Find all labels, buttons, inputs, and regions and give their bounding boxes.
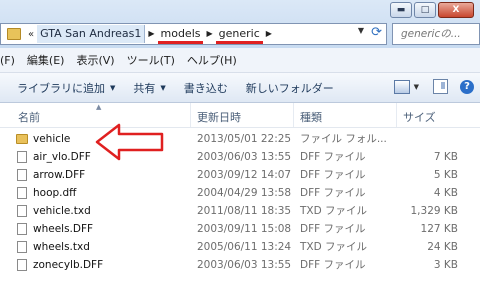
- column-headers: ▲ 名前 更新日時 種類 サイズ: [0, 103, 480, 128]
- file-name: air_vlo.DFF: [33, 151, 91, 163]
- share-label: 共有: [133, 81, 156, 95]
- maximize-button[interactable]: □: [414, 2, 436, 18]
- column-size[interactable]: サイズ: [403, 109, 436, 125]
- menu-view[interactable]: 表示(V): [76, 52, 114, 68]
- file-date: 2003/09/11 15:08: [197, 223, 292, 235]
- menu-file[interactable]: (F): [0, 54, 15, 67]
- file-icon: [17, 259, 27, 271]
- window-controls: ▬ □ X: [388, 2, 474, 18]
- breadcrumb-root[interactable]: GTA San Andreas1: [37, 25, 146, 43]
- folder-icon: [7, 28, 21, 40]
- file-date: 2003/09/12 14:07: [197, 169, 292, 181]
- title-bar: ▬ □ X « GTA San Andreas1 ▶ models ▶ gene…: [0, 0, 480, 48]
- minimize-button[interactable]: ▬: [390, 2, 412, 18]
- file-name: zonecylb.DFF: [33, 259, 104, 271]
- file-date: 2003/06/03 13:55: [197, 151, 292, 163]
- command-bar: ライブラリに追加 ▼ 共有 ▼ 書き込む 新しいフォルダー ▼ ?: [0, 73, 480, 103]
- refresh-icon[interactable]: ⟳: [371, 25, 382, 40]
- chevron-left-icon[interactable]: «: [28, 29, 34, 40]
- file-size: 5 KB: [433, 169, 458, 181]
- menu-tools[interactable]: ツール(T): [127, 52, 175, 68]
- file-type: DFF ファイル: [300, 223, 366, 235]
- file-size: 3 KB: [433, 259, 458, 271]
- file-size: 4 KB: [433, 187, 458, 199]
- file-name: arrow.DFF: [33, 169, 86, 181]
- menu-help[interactable]: ヘルプ(H): [187, 52, 237, 68]
- column-date[interactable]: 更新日時: [197, 109, 241, 125]
- file-type: DFF ファイル: [300, 259, 366, 271]
- file-icon: [17, 241, 27, 253]
- column-divider[interactable]: [190, 103, 191, 127]
- new-folder-button[interactable]: 新しいフォルダー: [246, 80, 334, 96]
- file-name: vehicle: [33, 133, 71, 145]
- file-size: 1,329 KB: [410, 205, 459, 217]
- list-item[interactable]: vehicle 2013/05/01 22:25 ファイル フォル...: [0, 130, 480, 148]
- file-date: 2003/06/03 13:55: [197, 259, 292, 271]
- close-button[interactable]: X: [438, 2, 474, 18]
- menu-edit[interactable]: 編集(E): [27, 52, 65, 68]
- list-item[interactable]: zonecylb.DFF 2003/06/03 13:55 DFF ファイル 3…: [0, 256, 480, 274]
- file-icon: [17, 169, 27, 181]
- file-type: DFF ファイル: [300, 151, 366, 163]
- file-icon: [17, 187, 27, 199]
- file-type: DFF ファイル: [300, 187, 366, 199]
- file-type: TXD ファイル: [300, 205, 368, 217]
- chevron-down-icon[interactable]: ▼: [414, 83, 419, 91]
- column-divider[interactable]: [293, 103, 294, 127]
- red-arrow-annotation: [95, 123, 164, 161]
- file-type: ファイル フォル...: [300, 133, 387, 145]
- list-item[interactable]: hoop.dff 2004/04/29 13:58 DFF ファイル 4 KB: [0, 184, 480, 202]
- column-name[interactable]: 名前: [18, 109, 40, 125]
- file-size: 127 KB: [420, 223, 458, 235]
- menu-bar: (F) 編集(E) 表示(V) ツール(T) ヘルプ(H): [0, 48, 480, 73]
- column-divider[interactable]: [396, 103, 397, 127]
- sort-ascending-icon: ▲: [96, 103, 102, 111]
- breadcrumb-generic[interactable]: generic: [215, 25, 263, 44]
- folder-icon: [16, 134, 28, 144]
- breadcrumb-models[interactable]: models: [157, 25, 204, 44]
- help-icon[interactable]: ?: [460, 79, 474, 94]
- list-item[interactable]: vehicle.txd 2011/08/11 18:35 TXD ファイル 1,…: [0, 202, 480, 220]
- column-type[interactable]: 種類: [300, 109, 322, 125]
- share-button[interactable]: 共有 ▼: [133, 80, 165, 96]
- breadcrumb-arrow-icon[interactable]: ▶: [203, 25, 215, 43]
- file-date: 2005/06/11 13:24: [197, 241, 292, 253]
- file-name: wheels.DFF: [33, 223, 94, 235]
- view-options-icon[interactable]: [393, 79, 410, 94]
- list-item[interactable]: wheels.DFF 2003/09/11 15:08 DFF ファイル 127…: [0, 220, 480, 238]
- list-item[interactable]: air_vlo.DFF 2003/06/03 13:55 DFF ファイル 7 …: [0, 148, 480, 166]
- file-name: vehicle.txd: [33, 205, 91, 217]
- add-to-library-button[interactable]: ライブラリに追加 ▼: [17, 80, 115, 96]
- list-item[interactable]: wheels.txd 2005/06/11 13:24 TXD ファイル 24 …: [0, 238, 480, 256]
- chevron-down-icon: ▼: [160, 83, 166, 92]
- burn-label: 書き込む: [183, 81, 228, 95]
- preview-pane-icon[interactable]: [433, 79, 448, 94]
- search-input[interactable]: genericの...: [392, 23, 480, 45]
- file-date: 2013/05/01 22:25: [197, 133, 292, 145]
- file-date: 2011/08/11 18:35: [197, 205, 292, 217]
- file-size: 7 KB: [433, 151, 458, 163]
- breadcrumb-arrow-icon[interactable]: ▶: [145, 25, 157, 43]
- file-type: DFF ファイル: [300, 169, 366, 181]
- file-name: hoop.dff: [33, 187, 77, 199]
- burn-button[interactable]: 書き込む: [184, 80, 228, 96]
- new-folder-label: 新しいフォルダー: [245, 81, 334, 95]
- history-dropdown-icon[interactable]: ▼: [358, 26, 364, 35]
- breadcrumb-arrow-icon[interactable]: ▶: [263, 25, 275, 43]
- address-bar[interactable]: « GTA San Andreas1 ▶ models ▶ generic ▶ …: [0, 23, 387, 45]
- file-icon: [17, 151, 27, 163]
- view-controls: ▼ ?: [393, 79, 474, 94]
- file-size: 24 KB: [427, 241, 458, 253]
- chevron-down-icon: ▼: [110, 83, 116, 92]
- list-item[interactable]: arrow.DFF 2003/09/12 14:07 DFF ファイル 5 KB: [0, 166, 480, 184]
- add-to-library-label: ライブラリに追加: [17, 81, 105, 95]
- file-icon: [17, 223, 27, 235]
- file-name: wheels.txd: [33, 241, 90, 253]
- file-date: 2004/04/29 13:58: [197, 187, 292, 199]
- file-icon: [17, 205, 27, 217]
- file-list: vehicle 2013/05/01 22:25 ファイル フォル... air…: [0, 130, 480, 274]
- file-type: TXD ファイル: [300, 241, 368, 253]
